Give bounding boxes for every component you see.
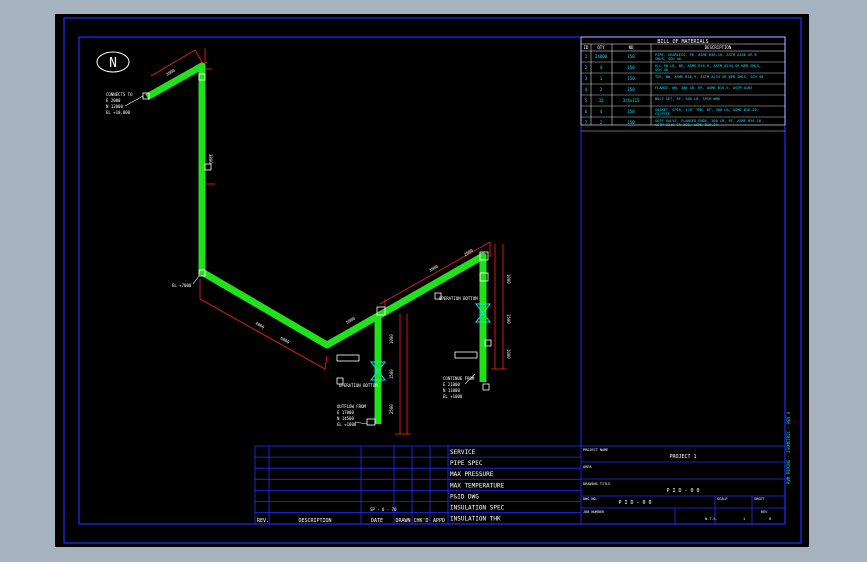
title-block-label: P&ID DWG: [450, 493, 479, 500]
dimension-label: 2000: [463, 247, 474, 256]
svg-text:E 21000: E 21000: [443, 382, 460, 387]
svg-text:E 2000: E 2000: [106, 98, 121, 103]
bom-cell: 150: [627, 120, 635, 125]
bom-cell: 5: [585, 98, 588, 103]
bom-cell: 2: [600, 120, 603, 125]
elevation-note: EL +7000: [172, 283, 192, 288]
bom-header: ND: [629, 45, 634, 50]
bom-description: TEE, BW, ASME B16.9, ASTM A234 GR WPB SM…: [655, 75, 763, 79]
svg-text:N 11000: N 11000: [443, 388, 460, 393]
bill-of-materials: BILL OF MATERIALS ID QTY ND DESCRIPTION 1 24…: [580, 36, 786, 132]
operation-bottom-note-2: OPERATION BOTTOM: [439, 296, 478, 301]
sheet-value: 1: [743, 517, 745, 521]
dimension-label: 1000: [389, 334, 394, 344]
revision-header: DRAWN: [395, 518, 410, 524]
title-block-label: MAX PRESSURE: [450, 471, 494, 478]
drawing-title-label: DRAWING TITLE: [583, 482, 610, 486]
bom-cell: 7: [585, 120, 588, 125]
isometric-drawing: N CONNECTS TO E 2000 N 12000 EL +10,000 …: [63, 17, 802, 544]
bom-cell: 2: [600, 87, 603, 92]
rev-value: 0: [769, 517, 771, 521]
svg-text:E 17000: E 17000: [337, 410, 354, 415]
bom-cell: 150: [627, 65, 635, 70]
bom-description: ELL 90 LR, BE, ASME B16.9, ASTM A234 GR …: [655, 64, 761, 72]
svg-text:EL +10,000: EL +10,000: [106, 110, 131, 115]
bom-cell: 3: [585, 76, 588, 81]
bom-header: ID: [584, 45, 589, 50]
north-arrow-icon: N: [96, 51, 130, 73]
outflow-note: OUTFLOW FROM: [337, 404, 366, 409]
bom-cell: 4: [585, 87, 588, 92]
dimension-label: 1000: [506, 274, 511, 284]
bom-cell: 4: [600, 65, 603, 70]
scale-label: SCALE: [717, 497, 728, 501]
project-label: PROJECT NAME: [583, 448, 608, 452]
dimension-label: 3800: [208, 154, 213, 164]
bom-description: BOLT SET, RF, 300 LB, SPIR WND: [655, 97, 720, 101]
revision-header: CHK'D: [413, 518, 428, 524]
project-name: PROJECT 1: [669, 454, 696, 460]
revision-header: APPD: [433, 518, 445, 524]
title-block-label: MAX TEMPERATURE: [450, 482, 505, 489]
svg-text:N: N: [109, 56, 117, 71]
bom-cell: 24000: [595, 54, 608, 59]
dimension-label: 4000: [255, 321, 266, 330]
bom-cell: 32: [599, 98, 604, 103]
bom-title: BILL OF MATERIALS: [657, 39, 708, 45]
operation-bottom-note: OPERATION BOTTOM: [339, 383, 378, 388]
dimension-label: 1500: [506, 314, 511, 324]
title-block-label: INSULATION THK: [450, 516, 501, 523]
bom-cell: 2: [585, 65, 588, 70]
connects-to-note: CONNECTS TO: [106, 92, 133, 97]
revision-header: DESCRIPTION: [298, 518, 331, 524]
title-block: [254, 445, 786, 525]
svg-text:EL +1000: EL +1000: [443, 394, 463, 399]
svg-text:N 14500: N 14500: [337, 416, 354, 421]
bom-description: FLANGE, WN, 300 LB, RF, ASME B16.5, ASTM…: [655, 86, 752, 90]
revision-header: DATE: [371, 518, 383, 524]
dwg-no-label: DWG NO.: [583, 497, 598, 501]
title-block-label: PIPE SPEC: [450, 460, 483, 467]
job-label: JOB NUMBER: [583, 510, 605, 514]
dimension-label: 1500: [389, 369, 394, 379]
revision-header: REV.: [257, 518, 269, 524]
bom-cell: 150: [627, 87, 635, 92]
bom-cell: 150: [627, 76, 635, 81]
bom-header: DESCRIPTION: [705, 45, 732, 50]
bom-description: PIPE, SEAMLESS, PE, ASME B36.10, ASTM A1…: [655, 53, 757, 61]
title-block-label: INSULATION SPEC: [450, 505, 505, 512]
bom-header: QTY: [597, 45, 605, 50]
bom-cell: 4: [600, 109, 603, 114]
rev-label: REV: [761, 510, 768, 514]
bom-description: GASKET, SPIR, 1/8" THK, RF, 300 LB, ASME…: [655, 108, 759, 116]
title-block-label: SERVICE: [450, 449, 476, 456]
side-stamp: RVM PIPING - ISOMETRIC - REV 0: [786, 411, 791, 484]
dimension-label: 6000: [280, 336, 291, 345]
sheet-ref: SP - 0 - 70: [370, 507, 397, 512]
bom-cell: 3/4x115: [623, 98, 640, 103]
component-markers: [142, 73, 492, 426]
bom-cell: 150: [627, 109, 635, 114]
dimension-label: 5000: [345, 315, 356, 324]
bom-cell: 150: [627, 54, 635, 59]
continue-from-note: CONTINUE FROM: [443, 376, 475, 381]
bom-cell: 1: [600, 76, 603, 81]
bom-cell: 6: [585, 109, 588, 114]
svg-text:EL +1000: EL +1000: [337, 422, 357, 427]
dimension-label: 3000: [165, 67, 176, 76]
bom-description: GATE VALVE, FLANGED ENDS, 300 LB, RF, AS…: [655, 119, 763, 127]
dimension-label: 2500: [389, 404, 394, 414]
pipe-route: [145, 62, 487, 424]
drawing-canvas: N CONNECTS TO E 2000 N 12000 EL +10,000 …: [55, 14, 809, 547]
area-label: AREA: [583, 465, 592, 469]
sheet-label: SHEET: [754, 497, 765, 501]
bom-cell: 1: [585, 54, 588, 59]
dimension-label: 1000: [506, 349, 511, 359]
scale-value: N.T.S.: [705, 517, 718, 521]
dwg-no: P I D - 0 0: [618, 500, 651, 506]
drawing-title: P I D - 0 0: [666, 488, 699, 494]
svg-text:N 12000: N 12000: [106, 104, 123, 109]
